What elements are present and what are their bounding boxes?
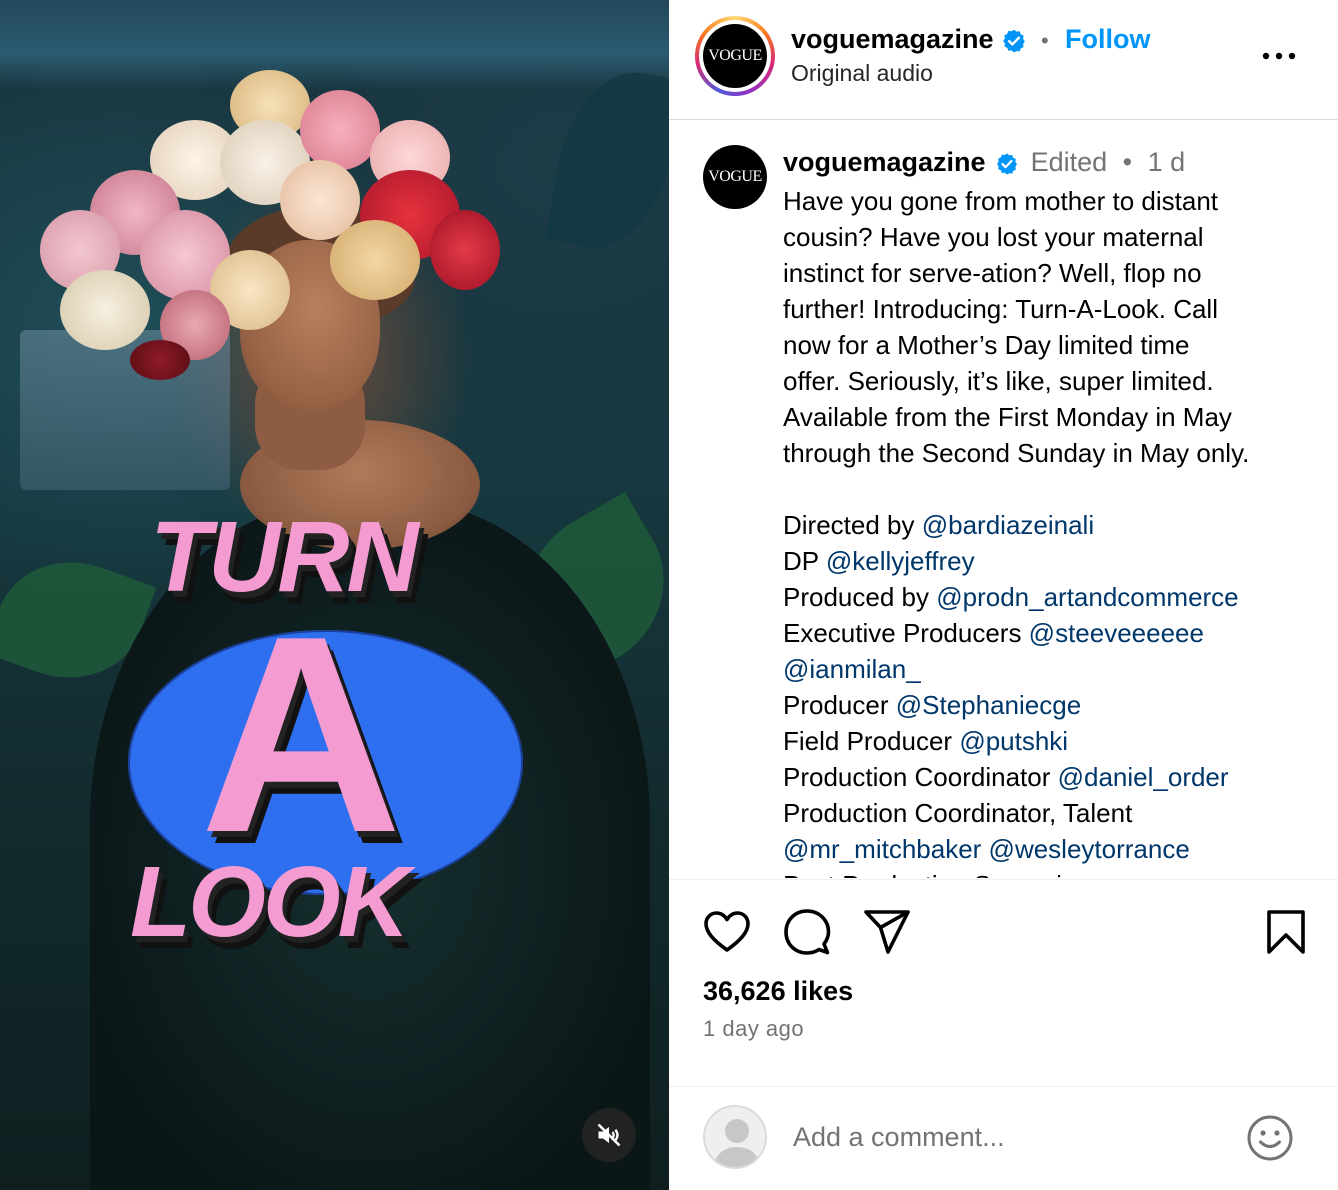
post-age[interactable]: 1 d [1148,147,1186,177]
comment-button[interactable] [781,906,833,958]
like-button[interactable] [701,906,753,958]
bookmark-icon [1267,910,1305,954]
heart-icon [704,911,750,952]
caption-line: now for a Mother’s Day limited time [783,330,1190,360]
credit-line: Production Coordinator, Talent [783,795,1323,831]
send-paper-plane-icon [864,910,910,954]
like-count[interactable]: 36,626 likes [703,976,853,1007]
caption-avatar[interactable]: VOGUE [703,145,767,209]
save-button[interactable] [1263,906,1309,958]
mention-link[interactable]: @mr_mitchbaker @wesleytorrance [783,834,1190,864]
speaker-muted-icon [597,1123,621,1147]
avatar: VOGUE [703,145,767,209]
more-options-button[interactable] [1257,38,1301,74]
audio-link[interactable]: Original audio [791,60,933,87]
credit-label: DP [783,546,826,576]
credit-line: Field Producer @putshki [783,723,1323,759]
credit-label: Executive Producers [783,618,1029,648]
credit-line: Executive Producers @steeveeeeee [783,615,1323,651]
caption-section: VOGUE voguemagazine Edited • 1 d Have yo… [669,121,1338,878]
credit-line: DP @kellyjeffrey [783,543,1323,579]
credit-label: Production Coordinator, Talent [783,798,1133,828]
more-horizontal-icon [1262,52,1296,60]
credit-label: Produced by [783,582,937,612]
emoji-smiley-icon [1247,1115,1293,1161]
header-separator: • [1041,28,1049,53]
credit-line: Post Production Supervisor [783,867,1323,878]
caption-line: cousin? Have you lost your maternal [783,222,1204,252]
caption-header: voguemagazine Edited • 1 d [783,147,1185,178]
credit-line: Producer @Stephaniecge [783,687,1323,723]
mention-link[interactable]: @daniel_order [1058,762,1229,792]
turn-a-look-logo: TURN A LOOK [120,500,540,970]
post-header: VOGUE voguemagazine • Follow Original au… [669,0,1338,120]
mention-link[interactable]: @kellyjeffrey [826,546,975,576]
plant-leaf [545,61,669,259]
edited-label: Edited [1030,147,1108,177]
credit-line: @ianmilan_ [783,651,1323,687]
comment-bubble-icon [784,909,831,955]
avatar: VOGUE [703,24,767,88]
caption-line: offer. Seriously, it’s like, super limit… [783,366,1214,396]
mention-link[interactable]: @bardiazeinali [922,510,1094,540]
header-username-row: voguemagazine [791,24,1027,55]
credit-line: Directed by @bardiazeinali [783,507,1323,543]
credit-label: Post Production Supervisor [783,870,1098,878]
credit-line: Production Coordinator @daniel_order [783,759,1323,795]
verified-badge-icon [997,153,1018,175]
caption-line: Available from the First Monday in May [783,402,1232,432]
caption-separator: • [1122,147,1133,177]
mute-button[interactable] [582,1108,636,1162]
post-panel: VOGUE voguemagazine • Follow Original au… [669,0,1338,1190]
current-user-avatar [703,1105,767,1169]
mention-link[interactable]: @steeveeeeee [1029,618,1204,648]
share-button[interactable] [861,906,913,958]
reel-video[interactable]: TURN A LOOK [0,0,669,1190]
mention-link[interactable]: @putshki [959,726,1068,756]
caption-username[interactable]: voguemagazine [783,147,986,177]
credit-line: Produced by @prodn_artandcommerce [783,579,1323,615]
default-avatar-icon [713,1119,761,1167]
comment-composer [669,1086,1338,1190]
mention-link[interactable]: @prodn_artandcommerce [936,582,1238,612]
action-bar: 36,626 likes 1 day ago [669,879,1338,1190]
story-ring[interactable]: VOGUE [695,16,775,96]
post-timestamp[interactable]: 1 day ago [703,1016,804,1042]
flower-crown [30,60,520,380]
credit-label: Field Producer [783,726,960,756]
caption-line: instinct for serve-ation? Well, flop no [783,258,1202,288]
emoji-button[interactable] [1245,1113,1295,1163]
caption-body: Have you gone from mother to distant cou… [783,183,1323,878]
mention-link[interactable]: @ianmilan_ [783,654,921,684]
credit-label: Production Coordinator [783,762,1058,792]
header-username[interactable]: voguemagazine [791,24,994,54]
comment-input[interactable] [793,1117,1213,1157]
credit-label: Producer [783,690,896,720]
credit-label: Directed by [783,510,922,540]
mention-link[interactable]: @Stephaniecge [896,690,1081,720]
caption-line: Have you gone from mother to distant [783,186,1219,216]
caption-line: further! Introducing: Turn-A-Look. Call [783,294,1218,324]
logo-word-a: A [200,579,403,891]
verified-badge-icon [1003,29,1025,53]
follow-button[interactable]: Follow [1065,24,1150,55]
caption-line: through the Second Sunday in May only. [783,438,1250,468]
logo-word-look: LOOK [130,846,410,958]
credit-line: @mr_mitchbaker @wesleytorrance [783,831,1323,867]
